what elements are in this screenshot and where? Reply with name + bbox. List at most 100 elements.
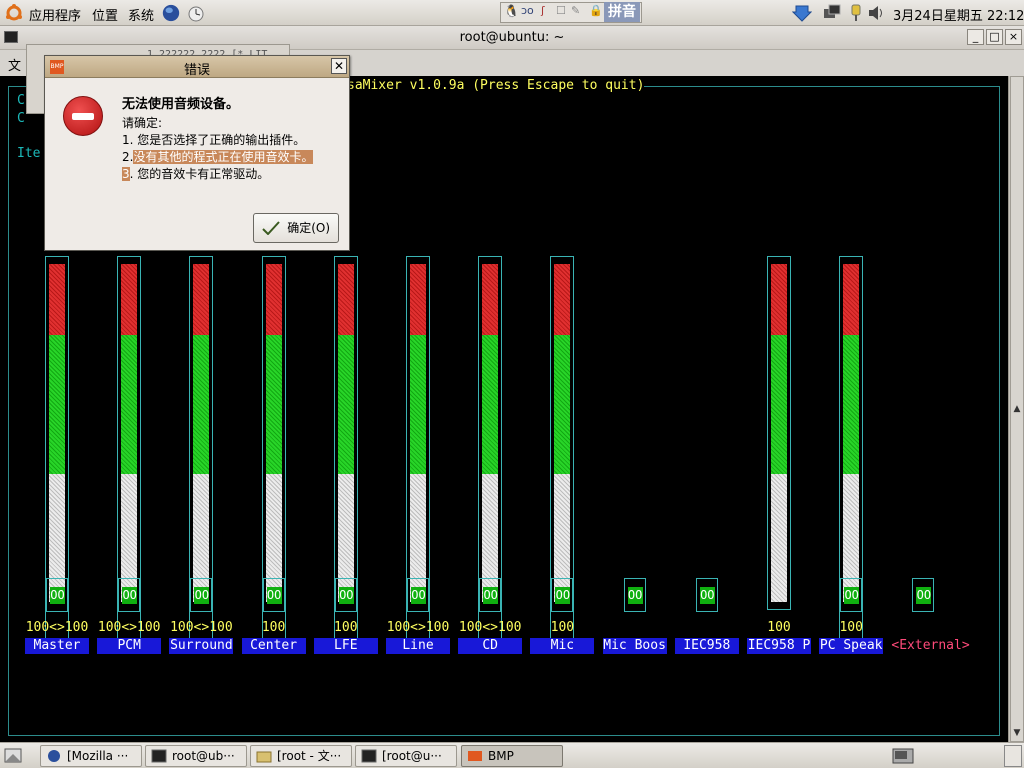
volume-bar-green: [337, 334, 354, 474]
volume-bar-green: [265, 334, 282, 474]
volume-bar-red: [410, 264, 426, 335]
update-notifier-icon[interactable]: [792, 3, 812, 23]
volume-bar[interactable]: [554, 264, 571, 602]
channel-label[interactable]: IEC958 P: [747, 638, 811, 654]
volume-value: 100: [550, 620, 575, 635]
mute-toggle[interactable]: OO: [118, 578, 141, 612]
show-desktop-icon[interactable]: [4, 748, 22, 763]
mixer-info-line: Ite: [17, 146, 41, 161]
volume-bar[interactable]: [771, 264, 787, 602]
volume-bar-red: [49, 264, 65, 335]
tux-icon[interactable]: 🐧: [504, 4, 519, 18]
channel-label[interactable]: CD: [458, 638, 523, 654]
dialog-titlebar[interactable]: BMP 错误 ✕: [45, 56, 349, 78]
channel-label[interactable]: IEC958: [674, 638, 739, 654]
channel-label[interactable]: Mic Boos: [602, 638, 667, 654]
mute-indicator: OO: [194, 587, 210, 604]
channel-label[interactable]: LFE: [313, 638, 378, 654]
volume-bar-green: [410, 334, 426, 474]
volume-value: 100: [334, 620, 358, 635]
trash-icon[interactable]: [1004, 745, 1022, 767]
mute-toggle[interactable]: OO: [695, 578, 718, 612]
channel-label[interactable]: <External>: [891, 638, 971, 654]
volume-bar-red: [482, 264, 499, 335]
volume-bar[interactable]: [193, 264, 210, 602]
mute-toggle[interactable]: OO: [190, 578, 213, 612]
mixer-info-line: C: [17, 111, 25, 126]
channel-label[interactable]: PC Speak: [819, 638, 884, 654]
ime-softkbd-icon[interactable]: ✎: [571, 4, 580, 17]
menu-applications[interactable]: 应用程序: [29, 5, 81, 24]
mute-toggle[interactable]: OO: [840, 578, 863, 612]
volume-bar[interactable]: [121, 264, 138, 602]
mute-toggle[interactable]: OO: [262, 578, 285, 612]
ime-pinyin-label[interactable]: 拼音: [604, 2, 640, 22]
close-button[interactable]: ×: [1005, 29, 1022, 45]
mute-indicator: OO: [411, 587, 426, 604]
volume-bar[interactable]: [337, 264, 354, 602]
mute-toggle[interactable]: OO: [46, 578, 68, 612]
ok-button[interactable]: 确定(O): [253, 213, 339, 243]
channel-label[interactable]: Master: [25, 638, 89, 654]
mute-indicator: OO: [266, 587, 282, 604]
volume-value: 100: [767, 620, 791, 635]
volume-icon[interactable]: [866, 3, 886, 23]
mute-toggle[interactable]: OO: [551, 578, 574, 612]
task-terminal-2[interactable]: [root@u···: [355, 745, 457, 767]
ubuntu-logo-icon[interactable]: [4, 3, 24, 23]
volume-value: 100<>100: [386, 620, 450, 635]
menu-places[interactable]: 位置: [92, 5, 118, 24]
ime-lock-icon[interactable]: 🔒: [589, 4, 603, 17]
menu-file[interactable]: 文: [8, 55, 21, 74]
error-item: 1. 您是否选择了正确的输出插件。: [122, 131, 305, 148]
terminal-scrollbar[interactable]: ▲ ▼: [1008, 76, 1024, 742]
scroll-arrow-down-icon[interactable]: ▼: [1011, 728, 1023, 740]
mute-indicator: OO: [338, 587, 354, 604]
task-file-manager[interactable]: [root - 文···: [250, 745, 352, 767]
volume-bar-green: [771, 334, 787, 474]
dialog-close-button[interactable]: ✕: [331, 58, 347, 74]
error-item-number: 3: [122, 167, 130, 181]
volume-value: 100<>100: [25, 620, 89, 635]
power-icon[interactable]: [846, 3, 866, 23]
task-mozilla[interactable]: [Mozilla ···: [40, 745, 142, 767]
volume-bar-red: [337, 264, 354, 335]
mute-toggle[interactable]: OO: [623, 578, 646, 612]
channel-label[interactable]: Center: [241, 638, 306, 654]
task-label: [root@u···: [382, 749, 442, 763]
menu-system[interactable]: 系统: [128, 5, 154, 24]
ime-mode-icon[interactable]: ↄo: [521, 4, 534, 17]
clock[interactable]: 3月24日星期五 22:12: [893, 5, 1024, 24]
workspace-switcher-icon[interactable]: [892, 748, 914, 764]
mute-toggle[interactable]: OO: [479, 578, 502, 612]
volume-bar-white: [771, 473, 787, 602]
maximize-button[interactable]: □: [986, 29, 1003, 45]
volume-bar[interactable]: [265, 264, 282, 602]
task-terminal[interactable]: root@ub···: [145, 745, 247, 767]
input-method-toolbar: 🐧 ↄo ʃ ☐ ✎ 🔒 拼音: [500, 2, 642, 23]
channel-label[interactable]: PCM: [97, 638, 162, 654]
volume-value: 100: [839, 620, 863, 635]
volume-bar[interactable]: [843, 264, 860, 602]
volume-bar[interactable]: [49, 264, 65, 602]
error-item-text: 您是否选择了正确的输出插件。: [137, 133, 306, 147]
mute-toggle[interactable]: OO: [407, 578, 429, 612]
mute-toggle[interactable]: OO: [334, 578, 357, 612]
mixer-info-line: C: [17, 93, 25, 108]
volume-bar[interactable]: [410, 264, 426, 602]
channel-label[interactable]: Line: [386, 638, 450, 654]
volume-value: 100: [261, 620, 286, 635]
task-bmp[interactable]: BMP: [461, 745, 563, 767]
scroll-arrow-up-icon[interactable]: ▲: [1011, 404, 1023, 416]
web-browser-icon[interactable]: [160, 3, 182, 23]
clock-launcher-icon[interactable]: [186, 3, 206, 23]
ime-punct-icon[interactable]: ʃ: [541, 4, 545, 17]
minimize-button[interactable]: _: [967, 29, 984, 45]
network-icon[interactable]: [822, 3, 842, 23]
volume-bar[interactable]: [482, 264, 499, 602]
channel-label[interactable]: Mic: [530, 638, 595, 654]
mute-toggle[interactable]: OO: [912, 578, 935, 612]
volume-value: 100<>100: [97, 620, 161, 635]
channel-label[interactable]: Surround: [169, 638, 234, 654]
ime-fullwidth-icon[interactable]: ☐: [556, 4, 566, 17]
